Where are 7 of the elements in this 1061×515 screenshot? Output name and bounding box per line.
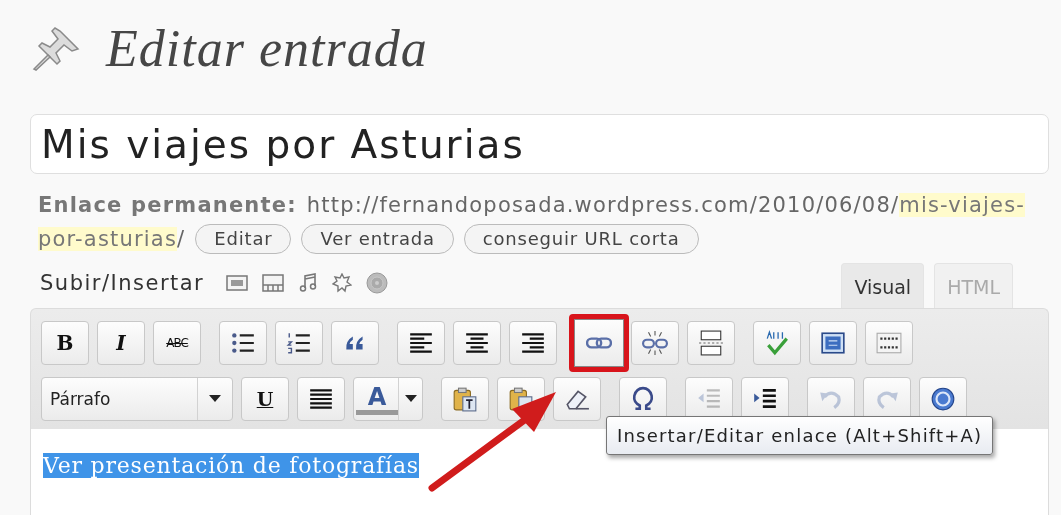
- permalink-label: Enlace permanente:: [38, 192, 297, 219]
- tooltip: Insertar/Editar enlace (Alt+Shift+A): [606, 416, 994, 455]
- page-title: Editar entrada: [106, 18, 428, 78]
- selected-content-text: Ver presentación de fotografías: [43, 453, 419, 478]
- upload-insert-label: Subir/Insertar: [40, 271, 205, 295]
- permalink-url-end: por-asturias/: [38, 226, 186, 253]
- permalink-url: http://fernandoposada.wordpress.com/2010/06/08/mis-viajes-: [306, 192, 1026, 219]
